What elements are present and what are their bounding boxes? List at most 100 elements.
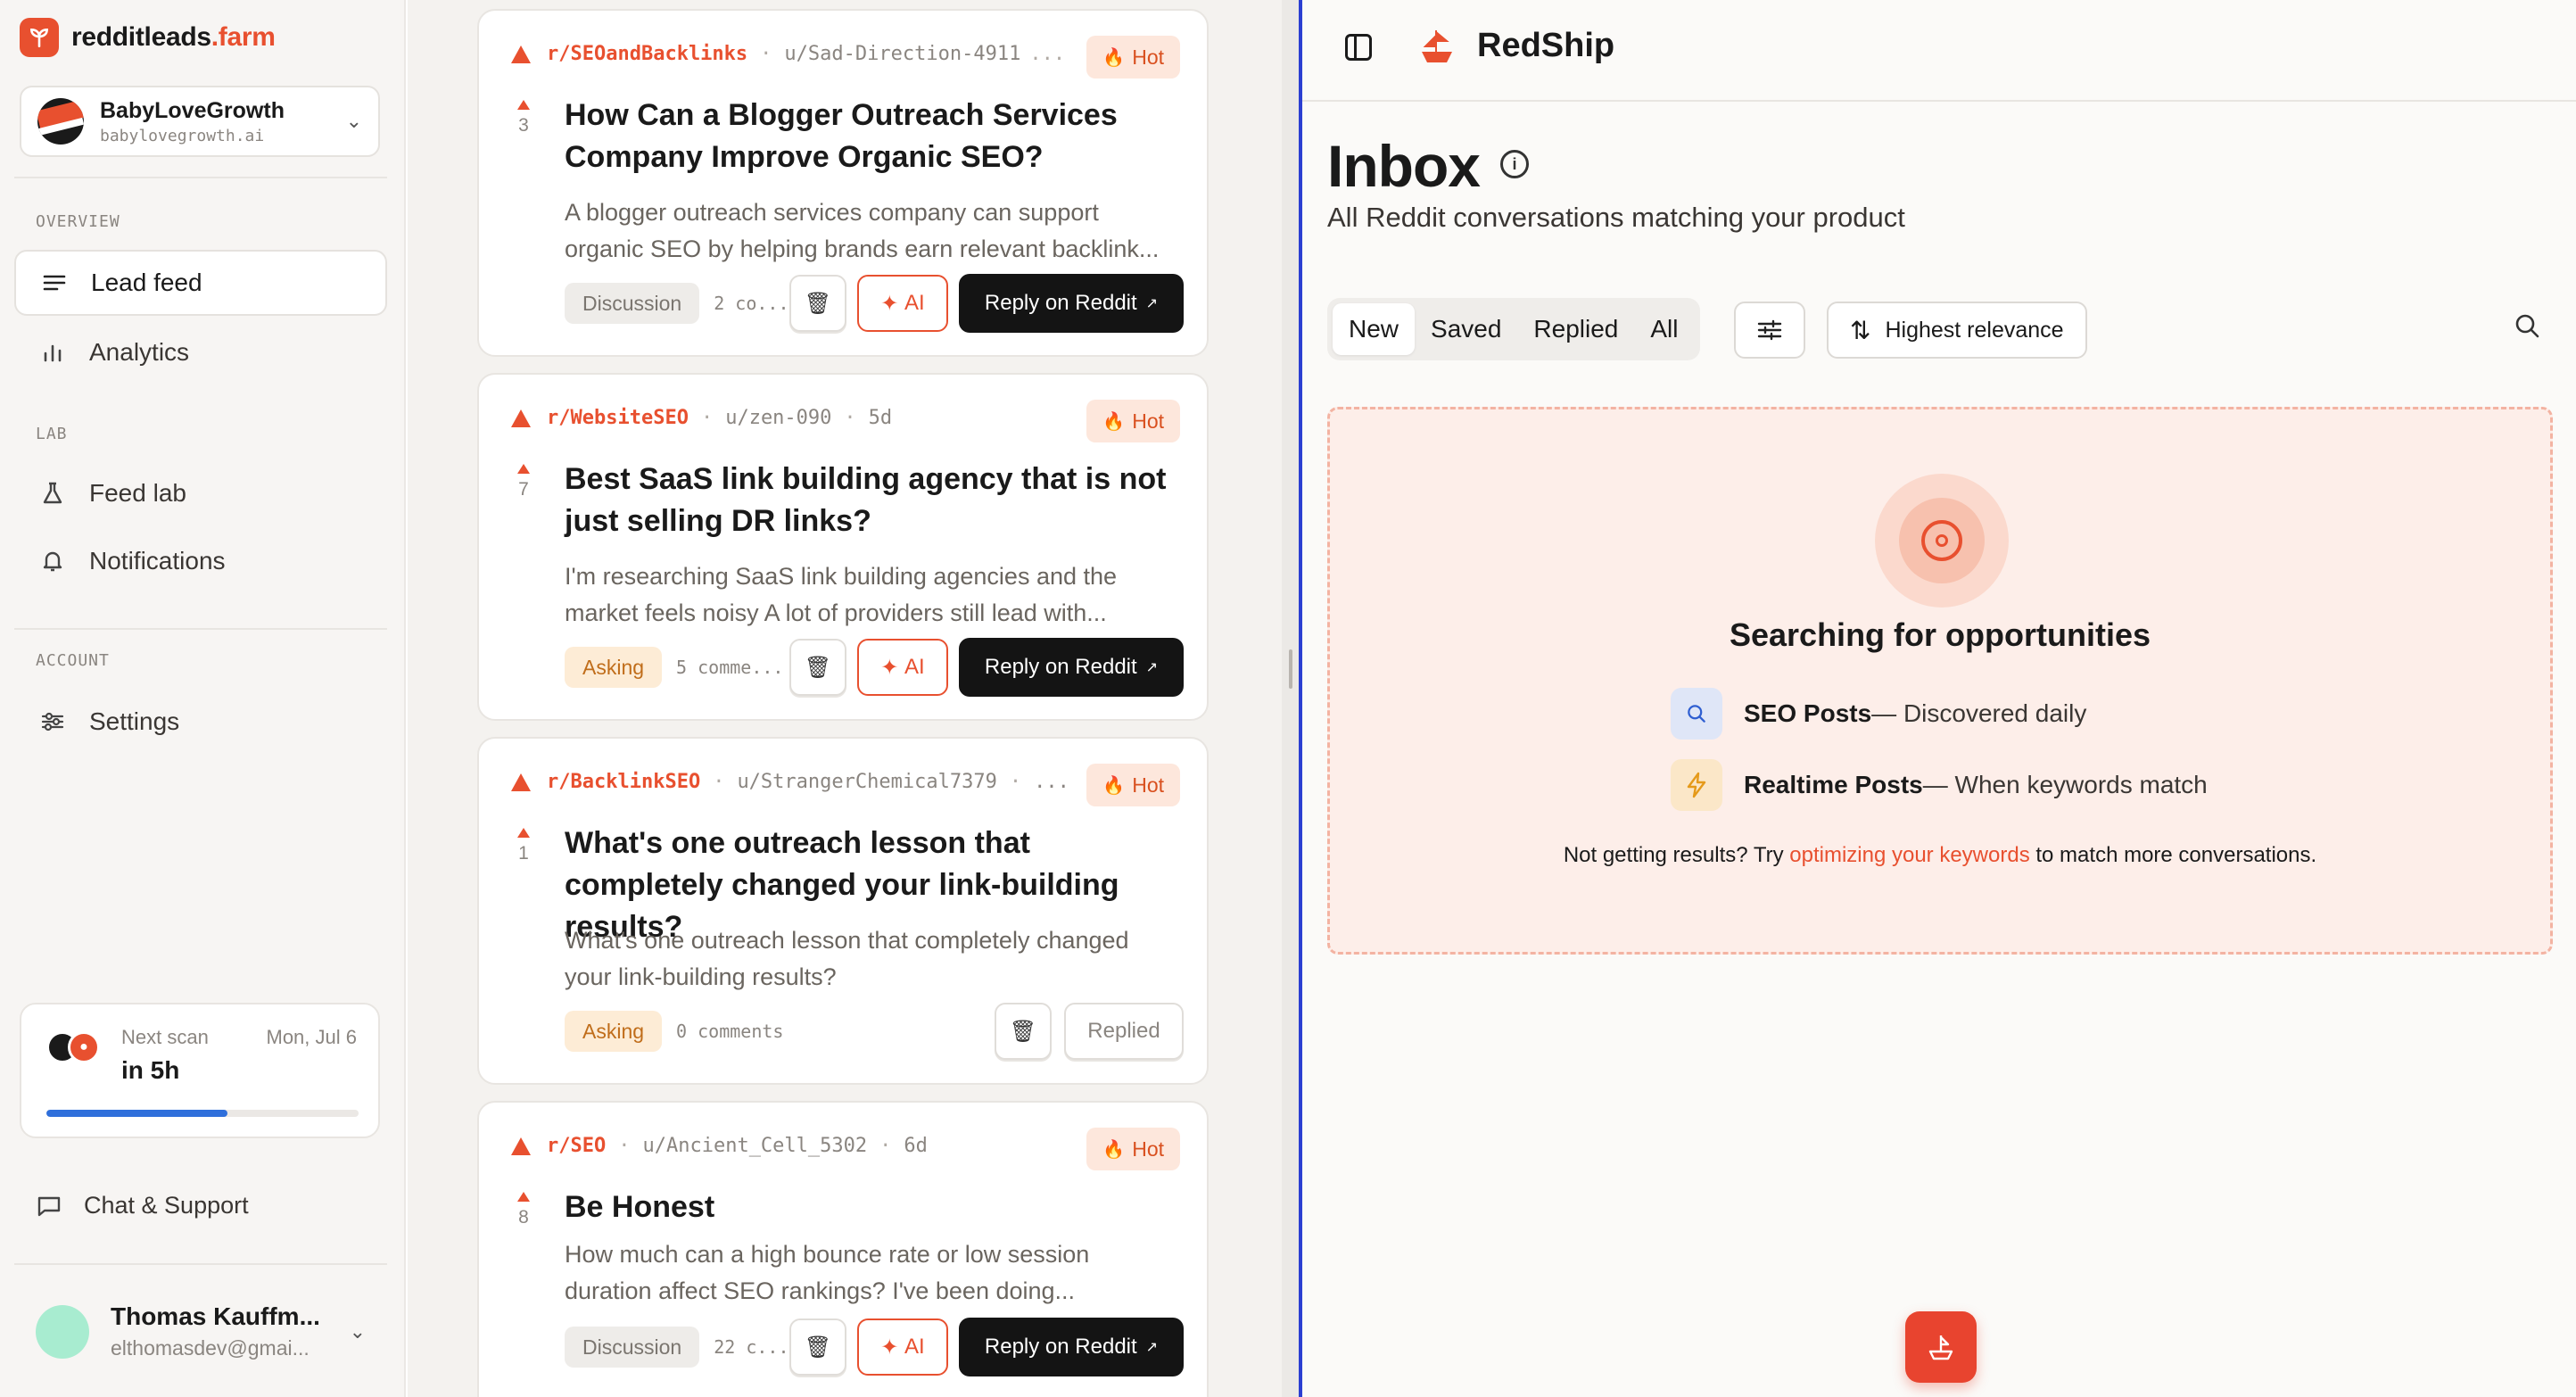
reply-on-reddit-button[interactable]: Reply on Reddit ↗ — [959, 1318, 1184, 1376]
sprout-logo-icon — [20, 18, 59, 57]
replied-button[interactable]: Replied — [1064, 1003, 1184, 1060]
panel-resize-handle[interactable] — [1282, 0, 1300, 1397]
section-label-overview: OVERVIEW — [36, 212, 120, 231]
external-link-icon: ↗ — [1145, 296, 1159, 311]
delete-button[interactable]: 🗑 — [995, 1003, 1052, 1060]
reddit-icon: ● — [68, 1031, 100, 1063]
subreddit-link[interactable]: r/BacklinkSEO — [547, 771, 700, 793]
external-link-icon: ↗ — [1145, 1340, 1159, 1355]
sidebar-item-analytics[interactable]: Analytics — [14, 319, 387, 385]
divider — [14, 1263, 387, 1265]
project-avatar — [37, 98, 84, 145]
avatar — [36, 1304, 89, 1359]
tab-saved[interactable]: Saved — [1415, 303, 1517, 355]
filter-sliders-icon — [1757, 319, 1782, 341]
feature-realtime-posts: Realtime Posts — When keywords match — [1671, 759, 2208, 811]
sidebar-item-feed-lab[interactable]: Feed lab — [14, 460, 387, 526]
sort-arrows-icon: ⇅ — [1850, 316, 1871, 344]
flair-tag: Asking — [565, 1011, 663, 1052]
lightning-icon — [1671, 759, 1722, 811]
project-name: BabyLoveGrowth — [100, 97, 285, 123]
tab-all[interactable]: All — [1634, 303, 1694, 355]
section-label-account: ACCOUNT — [36, 651, 110, 670]
ai-button[interactable]: ✦ AI — [857, 1318, 948, 1376]
bell-icon — [37, 550, 68, 573]
drag-grip[interactable] — [1289, 649, 1292, 689]
brand[interactable]: redditleads.farm — [20, 18, 276, 57]
info-icon[interactable]: i — [1500, 150, 1529, 178]
sidebar-item-settings[interactable]: Settings — [14, 689, 387, 755]
post-author[interactable]: u/Ancient_Cell_5302 — [642, 1135, 867, 1157]
post-actions: Asking 5 comme... 🗑 ✦ AI Reply on Reddit… — [565, 638, 1184, 697]
post-actions: Discussion 2 co... 🗑 ✦ AI Reply on Reddi… — [565, 274, 1184, 333]
post-card[interactable]: r/SEO · u/Ancient_Cell_5302 · 6d 🔥 Hot 8 … — [477, 1101, 1209, 1397]
flask-icon — [37, 481, 68, 506]
hot-badge: 🔥 Hot — [1086, 400, 1180, 442]
subreddit-link[interactable]: r/WebsiteSEO — [547, 407, 689, 429]
subreddit-link[interactable]: r/SEOandBacklinks — [547, 43, 747, 65]
flame-icon: 🔥 — [1102, 1139, 1126, 1160]
vote-count: 7 — [515, 464, 533, 500]
post-actions: Asking 0 comments 🗑 Replied — [565, 1003, 1184, 1060]
sidebar: redditleads.farm BabyLoveGrowth babylove… — [0, 0, 406, 1397]
app-name: RedShip — [1477, 27, 1615, 64]
divider — [14, 177, 387, 178]
reddit-upvote-icon — [511, 773, 531, 791]
scan-date: Mon, Jul 6 — [266, 1026, 358, 1048]
user-name: Thomas Kauffm... — [111, 1302, 320, 1330]
trash-icon: 🗑 — [804, 1335, 832, 1360]
ai-button[interactable]: ✦ AI — [857, 275, 948, 332]
chat-support-link[interactable]: Chat & Support — [34, 1192, 249, 1219]
ship-action-button[interactable] — [1905, 1311, 1977, 1383]
empty-state: Searching for opportunities SEO Posts — … — [1327, 407, 2553, 955]
feature-seo-posts: SEO Posts — Discovered daily — [1671, 688, 2086, 740]
radar-icon — [1875, 474, 2009, 608]
vote-count: 8 — [515, 1192, 533, 1228]
post-title[interactable]: Be Honest — [565, 1186, 1180, 1228]
flame-icon: 🔥 — [1102, 47, 1126, 68]
delete-button[interactable]: 🗑 — [789, 275, 846, 332]
support-label: Chat & Support — [84, 1192, 249, 1219]
lead-feed: r/SEOandBacklinks · u/Sad-Direction-4911… — [408, 0, 1282, 1397]
ship-logo-icon — [1416, 27, 1457, 68]
post-card[interactable]: r/SEOandBacklinks · u/Sad-Direction-4911… — [477, 9, 1209, 357]
post-author[interactable]: u/StrangerChemical7379 — [737, 771, 996, 793]
comment-count: 5 comme... — [676, 657, 784, 678]
tab-replied[interactable]: Replied — [1517, 303, 1634, 355]
post-card[interactable]: r/WebsiteSEO · u/zen-090 · 5d 🔥 Hot 7 Bes… — [477, 373, 1209, 721]
vote-count: 1 — [515, 828, 533, 864]
tab-new[interactable]: New — [1333, 303, 1416, 355]
trash-icon: 🗑 — [804, 291, 832, 316]
search-icon[interactable] — [2514, 312, 2540, 339]
empty-state-hint: Not getting results? Try optimizing your… — [1563, 843, 2317, 867]
project-switcher[interactable]: BabyLoveGrowth babylovegrowth.ai ⌄ — [20, 86, 380, 157]
flame-icon: 🔥 — [1102, 411, 1126, 432]
post-author[interactable]: u/zen-090 — [725, 407, 831, 429]
filter-button[interactable] — [1734, 302, 1805, 359]
post-age: 6d — [904, 1135, 928, 1157]
delete-button[interactable]: 🗑 — [789, 639, 846, 696]
scan-value: in 5h — [121, 1056, 180, 1084]
reply-on-reddit-button[interactable]: Reply on Reddit ↗ — [959, 274, 1184, 333]
optimize-keywords-link[interactable]: optimizing your keywords — [1789, 843, 2029, 867]
sidebar-toggle-icon[interactable] — [1345, 34, 1372, 61]
user-menu[interactable]: Thomas Kauffm... elthomasdev@gmai... ⌄ — [36, 1302, 366, 1360]
upvote-icon — [517, 1192, 530, 1202]
sidebar-item-lead-feed[interactable]: Lead feed — [14, 250, 387, 316]
post-card[interactable]: r/BacklinkSEO · u/StrangerChemical7379 ·… — [477, 737, 1209, 1085]
post-title[interactable]: How Can a Blogger Outreach Services Comp… — [565, 95, 1180, 178]
chevron-down-icon: ⌄ — [345, 110, 362, 132]
sort-button[interactable]: ⇅ Highest relevance — [1827, 302, 2087, 359]
post-title[interactable]: Best SaaS link building agency that is n… — [565, 459, 1180, 542]
user-email: elthomasdev@gmai... — [111, 1336, 310, 1360]
delete-button[interactable]: 🗑 — [789, 1318, 846, 1376]
post-meta: r/SEO · u/Ancient_Cell_5302 · 6d — [511, 1135, 928, 1157]
post-meta: r/SEOandBacklinks · u/Sad-Direction-4911… — [511, 43, 1077, 65]
sidebar-item-notifications[interactable]: Notifications — [14, 528, 387, 594]
post-author[interactable]: u/Sad-Direction-4911 — [784, 43, 1020, 65]
subreddit-link[interactable]: r/SEO — [547, 1135, 606, 1157]
reply-on-reddit-button[interactable]: Reply on Reddit ↗ — [959, 638, 1184, 697]
ai-button[interactable]: ✦ AI — [857, 639, 948, 696]
comment-count: 22 c... — [714, 1336, 789, 1358]
sidebar-item-label: Notifications — [89, 547, 226, 575]
